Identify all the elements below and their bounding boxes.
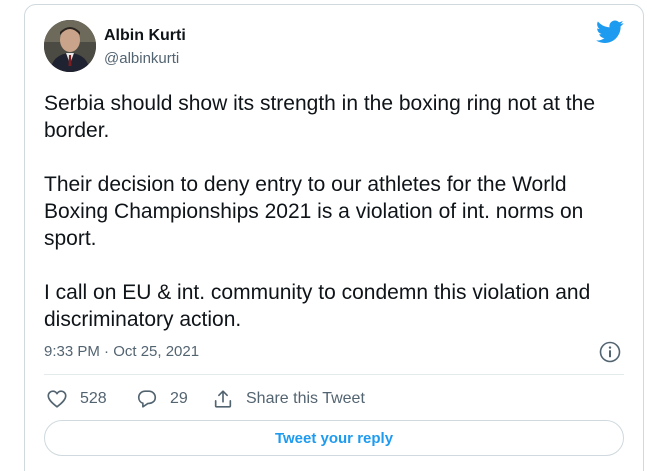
- tweet-timestamp[interactable]: 9:33 PM · Oct 25, 2021: [44, 343, 199, 360]
- author-display-name[interactable]: Albin Kurti: [104, 27, 186, 45]
- tweet-paragraph: I call on EU & int. community to condemn…: [44, 281, 591, 331]
- tweet-paragraph: Their decision to deny entry to our athl…: [44, 173, 584, 250]
- share-button[interactable]: Share this Tweet: [212, 384, 365, 414]
- reply-action-button[interactable]: 29: [136, 384, 188, 414]
- tweet-paragraph: Serbia should show its strength in the b…: [44, 92, 596, 142]
- share-label: Share this Tweet: [246, 390, 365, 407]
- info-icon[interactable]: [598, 340, 622, 364]
- avatar[interactable]: [44, 20, 96, 72]
- tweet-text: Serbia should show its strength in the b…: [44, 90, 634, 333]
- twitter-bird-icon[interactable]: [596, 20, 624, 44]
- heart-icon: [46, 388, 68, 410]
- like-button[interactable]: 528: [46, 384, 107, 414]
- author-handle[interactable]: @albinkurti: [104, 50, 179, 67]
- tweet-actions: 528 29 Share this Tweet: [44, 384, 624, 414]
- share-icon: [212, 388, 234, 410]
- divider: [44, 374, 624, 375]
- reply-count: 29: [170, 390, 188, 407]
- reply-icon: [136, 388, 158, 410]
- like-count: 528: [80, 390, 107, 407]
- tweet-your-reply-button[interactable]: Tweet your reply: [44, 420, 624, 456]
